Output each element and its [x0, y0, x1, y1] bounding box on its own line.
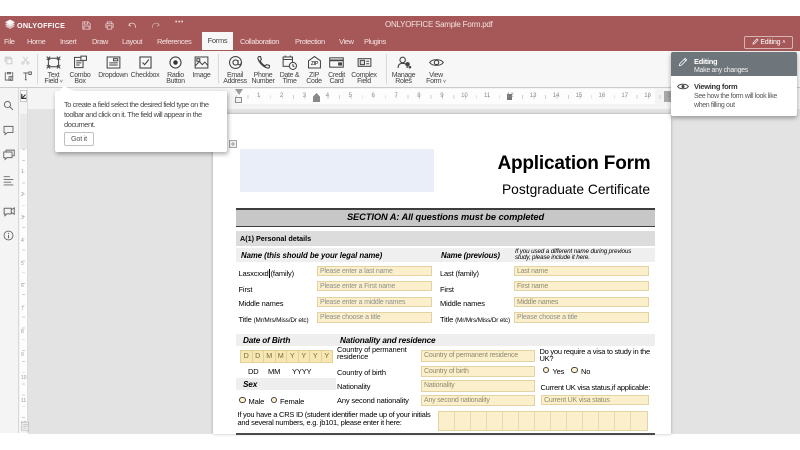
svg-text:ZIP: ZIP [310, 61, 318, 67]
